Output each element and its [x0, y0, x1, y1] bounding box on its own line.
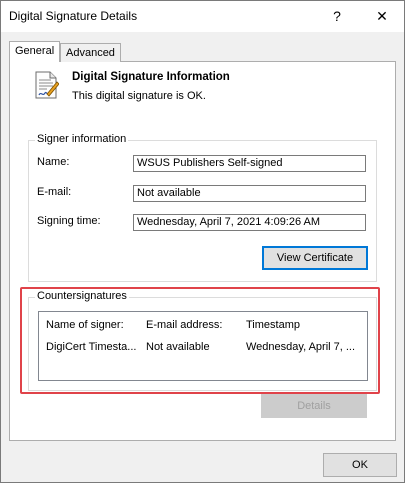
- certificate-document-icon: [35, 71, 59, 99]
- email-field[interactable]: Not available: [133, 185, 366, 202]
- signing-time-label: Signing time:: [37, 215, 101, 227]
- signer-group-label: Signer information: [35, 133, 129, 145]
- help-button[interactable]: ?: [315, 3, 359, 30]
- view-certificate-button[interactable]: View Certificate: [262, 246, 368, 270]
- window-title: Digital Signature Details: [9, 9, 138, 23]
- title-bar: Digital Signature Details ? ✕: [1, 1, 404, 32]
- details-button[interactable]: Details: [261, 394, 367, 418]
- name-label: Name:: [37, 156, 70, 168]
- row-email: Not available: [146, 341, 210, 353]
- info-title: Digital Signature Information: [72, 71, 230, 83]
- tab-advanced[interactable]: Advanced: [60, 43, 121, 62]
- name-field[interactable]: WSUS Publishers Self-signed: [133, 155, 366, 172]
- dialog-window: Digital Signature Details ? ✕ General Ad…: [0, 0, 405, 483]
- ok-button[interactable]: OK: [323, 453, 397, 477]
- email-label: E-mail:: [37, 186, 72, 198]
- countersignatures-group-label: Countersignatures: [35, 290, 129, 302]
- column-header-signer[interactable]: Name of signer:: [46, 319, 146, 331]
- column-header-email[interactable]: E-mail address:: [146, 319, 244, 331]
- row-signer-name: DigiCert Timesta...: [46, 341, 137, 353]
- tab-general[interactable]: General: [9, 41, 61, 62]
- close-button[interactable]: ✕: [360, 3, 404, 30]
- row-timestamp: Wednesday, April 7, ...: [246, 341, 356, 353]
- countersignatures-list[interactable]: Name of signer: E-mail address: Timestam…: [38, 311, 368, 381]
- signing-time-field[interactable]: Wednesday, April 7, 2021 4:09:26 AM: [133, 214, 366, 231]
- column-header-timestamp[interactable]: Timestamp: [246, 319, 364, 331]
- info-status: This digital signature is OK.: [72, 90, 206, 102]
